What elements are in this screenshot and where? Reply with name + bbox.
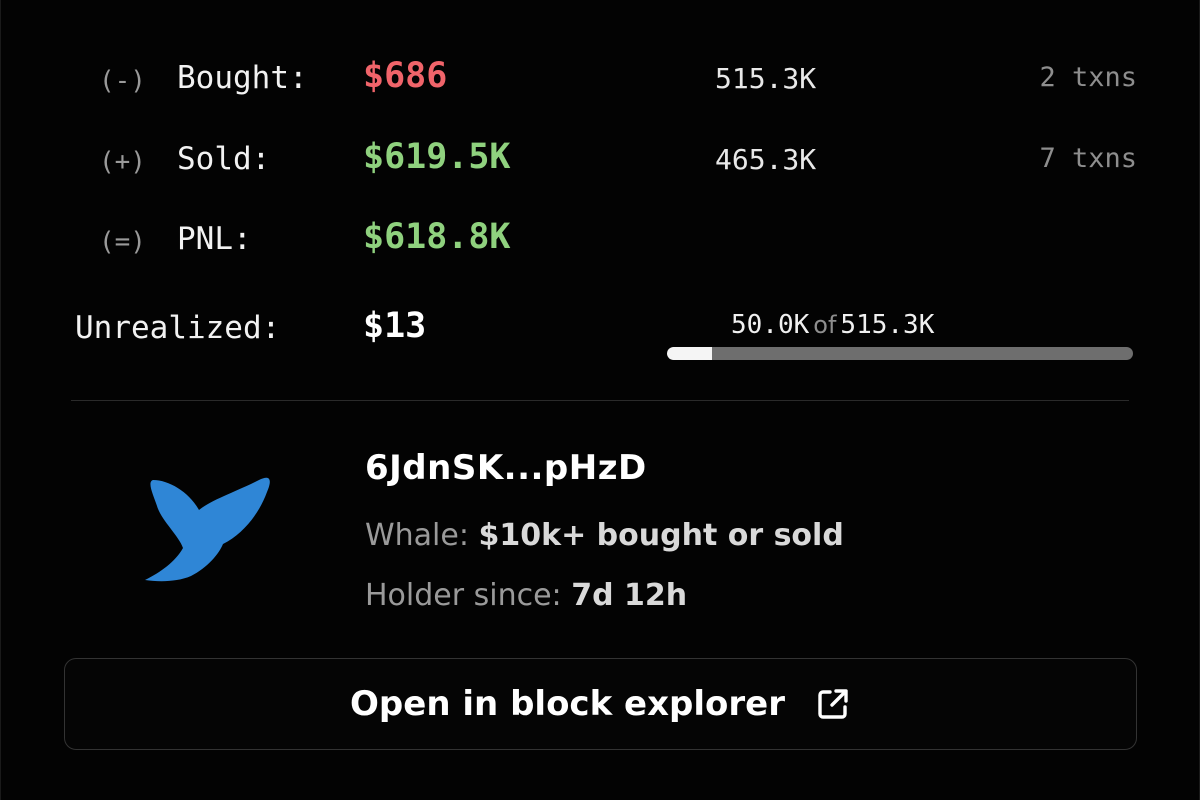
holding-progress-text: 50.0K of 515.3K bbox=[731, 310, 934, 340]
sold-txns: 7 txns bbox=[1039, 143, 1137, 174]
of-word: of bbox=[813, 311, 837, 339]
pnl-row: (=) PNL: $618.8K bbox=[1, 217, 1200, 265]
section-divider bbox=[71, 400, 1129, 401]
whale-status-line: Whale: $10k+ bought or sold bbox=[365, 518, 844, 553]
holder-label: Holder since: bbox=[365, 578, 562, 613]
holder-value: 7d 12h bbox=[571, 578, 688, 613]
pnl-sign: (=) bbox=[99, 227, 146, 257]
unrealized-label: Unrealized: bbox=[75, 310, 281, 346]
total-amount: 515.3K bbox=[840, 310, 935, 340]
unrealized-value: $13 bbox=[363, 306, 427, 346]
bought-row: (-) Bought: $686 515.3K 2 txns bbox=[1, 56, 1200, 104]
bought-amount: $686 bbox=[363, 56, 448, 96]
sold-amount: $619.5K bbox=[363, 137, 511, 177]
open-block-explorer-button[interactable]: Open in block explorer bbox=[64, 658, 1137, 750]
holding-progress-bar bbox=[667, 347, 1133, 360]
bought-sign: (-) bbox=[99, 66, 146, 96]
open-block-explorer-label: Open in block explorer bbox=[350, 684, 785, 724]
held-amount: 50.0K bbox=[731, 310, 810, 340]
whale-tail-icon bbox=[145, 477, 270, 582]
whale-value: $10k+ bought or sold bbox=[478, 518, 844, 553]
holding-progress-fill bbox=[667, 347, 713, 360]
pnl-amount: $618.8K bbox=[363, 217, 511, 257]
bought-txns: 2 txns bbox=[1039, 62, 1137, 93]
external-link-icon bbox=[818, 689, 848, 719]
holder-since-line: Holder since: 7d 12h bbox=[365, 578, 687, 613]
bought-tokens: 515.3K bbox=[715, 62, 817, 95]
bought-label: Bought: bbox=[177, 60, 308, 96]
wallet-detail-panel: (-) Bought: $686 515.3K 2 txns (+) Sold:… bbox=[0, 0, 1200, 800]
sold-sign: (+) bbox=[99, 147, 146, 177]
sold-row: (+) Sold: $619.5K 465.3K 7 txns bbox=[1, 137, 1200, 185]
wallet-address: 6JdnSK...pHzD bbox=[365, 448, 647, 488]
sold-tokens: 465.3K bbox=[715, 143, 817, 176]
sold-label: Sold: bbox=[177, 141, 271, 177]
pnl-label: PNL: bbox=[177, 221, 252, 257]
whale-label: Whale: bbox=[365, 518, 469, 553]
